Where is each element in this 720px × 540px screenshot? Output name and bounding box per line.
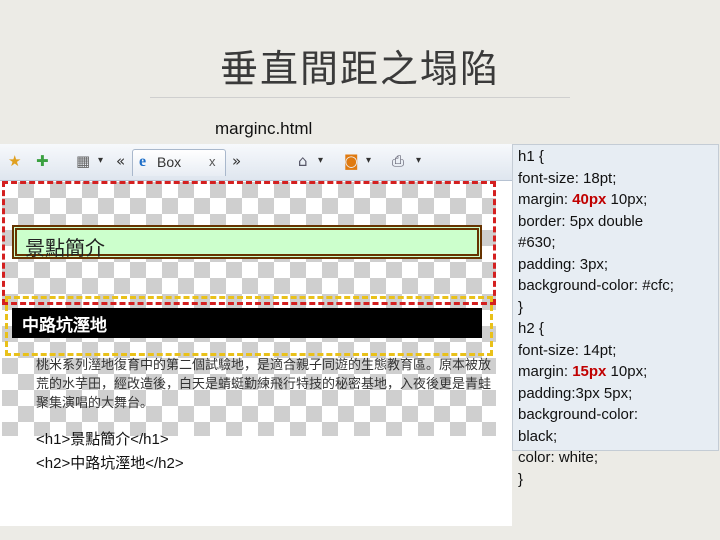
h1-margin-value: 40px xyxy=(572,191,607,208)
h2-heading-box: 中路坑溼地 xyxy=(12,308,482,338)
css-line: h2 { xyxy=(518,320,544,337)
tab-title: Box xyxy=(157,154,182,170)
file-label: marginc.html xyxy=(215,119,313,138)
chevron-left-icon[interactable]: « xyxy=(116,151,125,171)
rss-feed-icon[interactable]: ◙ xyxy=(344,151,359,171)
print-icon[interactable]: ⎙ xyxy=(392,151,404,171)
close-tab-icon[interactable]: x xyxy=(209,154,216,169)
browser-screenshot: ★ ✚ ▦ ▾ « e Box x » ⌂ ▾ ◙ ▾ ⎙ ▾ 景點簡介 中路坑… xyxy=(0,144,512,526)
h2-code-line: <h2>中路坑溼地</h2> xyxy=(36,455,184,472)
css-line: } xyxy=(518,470,524,488)
css-line: border: 5px double xyxy=(518,212,644,230)
css-line: font-size: 18pt; xyxy=(518,169,617,187)
browser-tab[interactable]: e Box x xyxy=(132,149,226,176)
css-line: } xyxy=(518,298,524,316)
h1-code-line: <h1>景點簡介</h1> xyxy=(36,431,169,448)
print-dropdown-icon[interactable]: ▾ xyxy=(416,151,421,171)
h2-heading: 中路坑溼地 xyxy=(22,316,107,336)
css-line: margin: 15px 10px; xyxy=(518,363,648,380)
css-line: background-color: #cfc; xyxy=(518,277,674,294)
css-code: h1 { font-size: 18pt; margin: 40px 10px;… xyxy=(518,146,718,490)
h2-margin-value: 15px xyxy=(572,363,607,380)
feed-dropdown-icon[interactable]: ▾ xyxy=(366,151,371,171)
css-line: #630; xyxy=(518,234,556,251)
css-line: margin: 40px 10px; xyxy=(518,191,648,208)
css-line: color: white; xyxy=(518,449,599,466)
h1-heading: 景點簡介 xyxy=(25,236,105,260)
favorites-star-icon[interactable]: ★ xyxy=(8,151,21,171)
slide-title: 垂直間距之塌陷 xyxy=(219,47,500,91)
home-icon[interactable]: ⌂ xyxy=(298,151,308,171)
css-line: background-color: xyxy=(518,406,639,423)
add-favorite-icon[interactable]: ✚ xyxy=(36,151,49,171)
css-line: padding: 3px; xyxy=(518,255,609,273)
h1-heading-box: 景點簡介 xyxy=(12,225,482,260)
chevron-right-icon[interactable]: » xyxy=(232,151,241,171)
css-line: font-size: 14pt; xyxy=(518,341,617,359)
quick-tabs-dropdown-icon[interactable]: ▾ xyxy=(98,151,103,171)
ie-logo-icon: e xyxy=(139,153,147,170)
description-paragraph: 桃米系列溼地復育中的第二個試驗地，是適合親子同遊的生態教育區。原本被放荒的水芋田… xyxy=(36,358,492,411)
home-dropdown-icon[interactable]: ▾ xyxy=(318,151,323,171)
css-line: black; xyxy=(518,427,558,445)
browser-toolbar: ★ ✚ ▦ ▾ « e Box x » ⌂ ▾ ◙ ▾ ⎙ ▾ xyxy=(0,144,512,181)
css-line: padding:3px 5px; xyxy=(518,384,633,402)
css-line: h1 { xyxy=(518,148,544,165)
title-divider xyxy=(150,97,570,98)
quick-tabs-icon[interactable]: ▦ xyxy=(76,151,90,171)
